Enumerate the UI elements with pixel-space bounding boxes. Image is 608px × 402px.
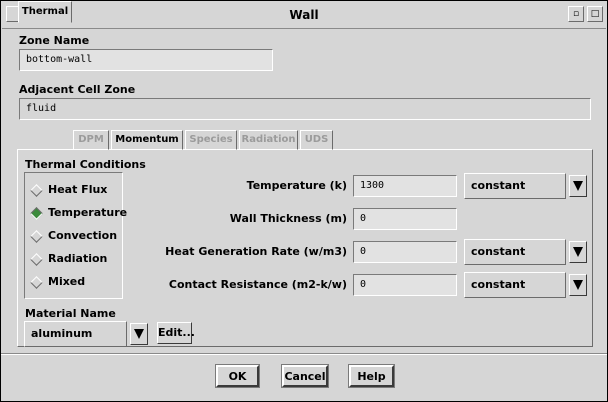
wall-thickness-label: Wall Thickness (m) [229,212,347,225]
contact-resistance-input[interactable]: 0 [353,274,457,296]
temperature-method-select[interactable]: constant [464,173,566,199]
window-title: Wall [289,8,319,22]
edit-material-button[interactable]: Edit... [157,322,195,344]
radio-label: Heat Flux [48,183,108,196]
chevron-down-icon [573,181,583,191]
material-dropdown-button[interactable] [130,323,148,345]
zone-name-label: Zone Name [19,34,90,47]
material-select[interactable]: aluminum [24,321,127,347]
radio-label: Temperature [48,206,128,219]
help-button[interactable]: Help [349,365,394,387]
heat-generation-dropdown-button[interactable] [569,241,587,263]
temperature-input[interactable]: 1300 [353,175,457,197]
tab-species[interactable]: Species [185,130,237,150]
radio-label: Mixed [48,275,86,288]
temperature-label: Temperature (k) [246,179,347,192]
maximize-button[interactable]: □ [587,6,603,22]
contact-resistance-method-select[interactable]: constant [464,272,566,298]
contact-resistance-label-wrap: Contact Resistance (m2-k/w) [151,278,347,292]
adjacent-cell-zone-label: Adjacent Cell Zone [19,83,136,96]
wall-dialog: Wall ▫ □ Zone Name bottom-wall Adjacent … [0,0,608,402]
contact-resistance-label: Contact Resistance (m2-k/w) [168,278,347,291]
temperature-method-dropdown-button[interactable] [569,175,587,197]
minimize-button[interactable]: ▫ [568,6,584,22]
wall-thickness-label-wrap: Wall Thickness (m) [151,212,347,226]
chevron-down-icon [573,247,583,257]
thermal-conditions-label: Thermal Conditions [25,158,146,171]
wall-thickness-input[interactable]: 0 [353,208,457,230]
cancel-button[interactable]: Cancel [282,365,328,387]
divider [1,353,607,355]
contact-resistance-dropdown-button[interactable] [569,274,587,296]
radio-label: Radiation [48,252,108,265]
adjacent-cell-zone-field: fluid [19,98,591,120]
heat-generation-input[interactable]: 0 [353,241,457,263]
material-name-label: Material Name [25,307,116,320]
heat-generation-method-select[interactable]: constant [464,239,566,265]
tab-dpm[interactable]: DPM [73,130,109,150]
tab-thermal[interactable]: Thermal [18,1,72,23]
tab-uds[interactable]: UDS [300,130,333,150]
chevron-down-icon [134,329,144,339]
tab-momentum[interactable]: Momentum [111,130,183,150]
radio-label: Convection [48,229,118,242]
title-bar[interactable]: Wall ▫ □ [2,2,606,29]
temperature-label-wrap: Temperature (k) [151,179,347,193]
heat-generation-label: Heat Generation Rate (w/m3) [165,245,347,258]
zone-name-input[interactable]: bottom-wall [19,49,273,71]
tab-radiation[interactable]: Radiation [239,130,298,150]
ok-button[interactable]: OK [216,365,259,387]
heat-generation-label-wrap: Heat Generation Rate (w/m3) [151,245,347,259]
chevron-down-icon [573,280,583,290]
